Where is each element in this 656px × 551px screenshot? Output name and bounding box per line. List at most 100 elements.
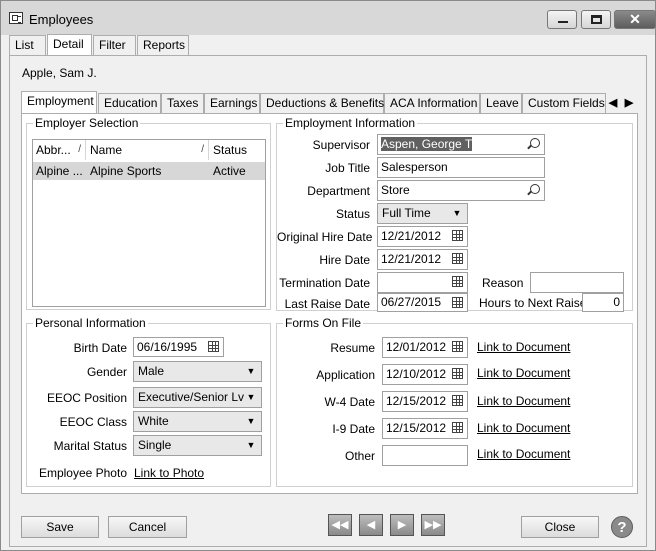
calendar-icon[interactable] [452, 395, 463, 406]
window-title: Employees [29, 12, 94, 27]
other-date-field[interactable] [382, 445, 468, 466]
tab-detail[interactable]: Detail [47, 34, 92, 55]
close-button[interactable]: Close [521, 516, 599, 538]
first-record-icon[interactable]: ◀◀ [328, 514, 352, 536]
tab-reports[interactable]: Reports [137, 35, 189, 55]
personal-information-group: Personal Information Birth Date 06/16/19… [26, 316, 271, 487]
calendar-icon[interactable] [208, 341, 219, 352]
eeoc-position-label: EEOC Position [46, 391, 127, 405]
employee-name: Apple, Sam J. [22, 66, 97, 80]
title-bar: Employees ✕ [1, 1, 656, 35]
termination-date-field[interactable] [377, 272, 468, 293]
app-icon [9, 12, 23, 24]
minimize-icon [558, 21, 568, 23]
resume-link-to-document[interactable]: Link to Document [477, 340, 570, 354]
marital-status-select[interactable]: Single ▼ [133, 435, 262, 456]
tab-leave[interactable]: Leave [480, 93, 522, 113]
tab-education[interactable]: Education [98, 93, 161, 113]
save-button[interactable]: Save [21, 516, 99, 538]
tab-deductions-benefits[interactable]: Deductions & Benefits [260, 93, 384, 113]
calendar-icon[interactable] [452, 276, 463, 287]
employment-panel: Employer Selection Abbr... / Name / Status… [21, 113, 638, 494]
column-header-status[interactable]: Status [210, 140, 265, 160]
link-to-photo[interactable]: Link to Photo [134, 466, 204, 480]
search-icon[interactable] [530, 138, 540, 148]
calendar-icon[interactable] [452, 422, 463, 433]
minimize-button[interactable] [547, 10, 577, 29]
calendar-icon[interactable] [452, 230, 463, 241]
maximize-icon [591, 15, 602, 24]
tab-aca-information[interactable]: ACA Information [384, 93, 480, 113]
gender-label: Gender [86, 365, 127, 379]
close-icon: ✕ [629, 11, 641, 27]
birth-date-field[interactable]: 06/16/1995 [133, 337, 224, 357]
employer-selection-group: Employer Selection Abbr... / Name / Status… [26, 116, 271, 310]
help-icon[interactable]: ? [611, 516, 633, 538]
tab-earnings[interactable]: Earnings [204, 93, 260, 113]
resume-date-field[interactable]: 12/01/2012 [382, 337, 468, 358]
hours-to-next-raise-field[interactable]: 0 [582, 293, 624, 312]
next-record-icon[interactable]: ▶ [390, 514, 414, 536]
chevron-down-icon: ▼ [244, 362, 258, 381]
marital-status-label: Marital Status [53, 439, 127, 453]
eeoc-position-select[interactable]: Executive/Senior Lvl C ▼ [133, 387, 262, 408]
hire-date-field[interactable]: 12/21/2012 [377, 249, 468, 270]
last-raise-date-field[interactable]: 06/27/2015 [377, 293, 468, 312]
tab-employment[interactable]: Employment [21, 91, 97, 113]
status-select[interactable]: Full Time ▼ [377, 203, 468, 224]
calendar-icon[interactable] [452, 368, 463, 379]
search-icon[interactable] [530, 184, 540, 194]
column-header-name[interactable]: Name / [87, 140, 209, 160]
last-record-icon[interactable]: ▶▶ [421, 514, 445, 536]
i9-link-to-document[interactable]: Link to Document [477, 421, 570, 435]
cancel-button[interactable]: Cancel [108, 516, 187, 538]
employee-photo-label: Employee Photo [38, 466, 127, 480]
sort-icon: / [78, 144, 81, 155]
application-link-to-document[interactable]: Link to Document [477, 366, 570, 380]
job-title-field[interactable]: Salesperson [377, 157, 545, 178]
application-label: Application [316, 368, 375, 382]
eeoc-class-label: EEOC Class [59, 415, 127, 429]
gender-select[interactable]: Male ▼ [133, 361, 262, 382]
original-hire-date-label: Original Hire Date [277, 230, 373, 244]
calendar-icon[interactable] [452, 253, 463, 264]
w4-link-to-document[interactable]: Link to Document [477, 394, 570, 408]
column-header-abbr[interactable]: Abbr... / [33, 140, 86, 160]
close-window-button[interactable]: ✕ [614, 10, 656, 29]
table-row[interactable]: Alpine ... Alpine Sports Active [33, 162, 265, 180]
tab-list[interactable]: List [9, 35, 46, 55]
tab-custom-fields[interactable]: Custom Fields [522, 93, 606, 113]
cell-abbr: Alpine ... [36, 164, 83, 178]
i9-date-label: I-9 Date [332, 422, 375, 436]
reason-label: Reason [482, 276, 524, 290]
maximize-button[interactable] [581, 10, 611, 29]
application-date-field[interactable]: 12/10/2012 [382, 364, 468, 385]
employment-information-label: Employment Information [283, 116, 418, 130]
i9-date-field[interactable]: 12/15/2012 [382, 418, 468, 439]
reason-field[interactable] [530, 272, 624, 293]
employment-information-group: Employment Information Supervisor Aspen,… [276, 116, 633, 312]
chevron-down-icon: ▼ [244, 388, 258, 407]
supervisor-field[interactable]: Aspen, George T [377, 134, 545, 155]
birth-date-label: Birth Date [73, 341, 127, 355]
prev-record-icon[interactable]: ◀ [359, 514, 383, 536]
calendar-icon[interactable] [452, 341, 463, 352]
other-label: Other [344, 449, 375, 463]
tab-filter[interactable]: Filter [93, 35, 136, 55]
detail-sub-tabs: Employment Education Taxes Earnings Dedu… [21, 91, 641, 113]
tabs-scroll-left-icon[interactable]: ◀ [606, 95, 620, 111]
calendar-icon[interactable] [452, 297, 463, 308]
other-link-to-document[interactable]: Link to Document [477, 447, 570, 461]
employer-list[interactable]: Abbr... / Name / Status Alpine ... Alpine … [32, 139, 266, 307]
chevron-down-icon: ▼ [244, 412, 258, 431]
tabs-scroll-right-icon[interactable]: ▶ [622, 95, 636, 111]
department-field[interactable]: Store [377, 180, 545, 201]
hire-date-label: Hire Date [319, 253, 370, 267]
w4-date-field[interactable]: 12/15/2012 [382, 391, 468, 412]
tab-taxes[interactable]: Taxes [161, 93, 204, 113]
original-hire-date-field[interactable]: 12/21/2012 [377, 226, 468, 247]
cell-status: Active [213, 164, 246, 178]
eeoc-class-select[interactable]: White ▼ [133, 411, 262, 432]
supervisor-label: Supervisor [312, 138, 370, 152]
employer-selection-label: Employer Selection [33, 116, 141, 130]
